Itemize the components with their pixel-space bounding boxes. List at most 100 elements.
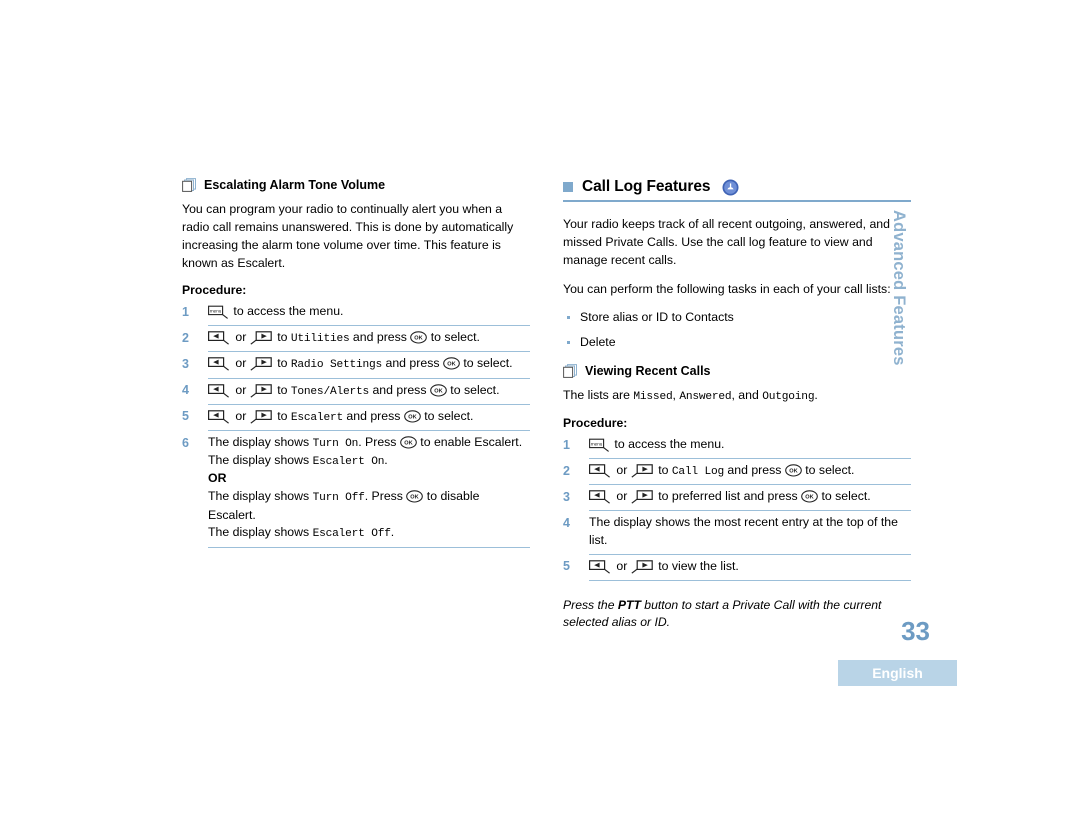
left-procedure-label: Procedure: <box>182 283 247 298</box>
left-intro-paragraph: You can program your radio to continuall… <box>182 202 514 271</box>
step-number: 1 <box>182 305 189 320</box>
step-number: 4 <box>182 383 189 398</box>
menu-key-icon: menu <box>589 439 609 453</box>
step-text: The display shows Turn On. Press OK to e… <box>208 430 530 548</box>
left-section-heading-label: Escalating Alarm Tone Volume <box>204 178 386 192</box>
display-text: Turn On <box>312 438 359 451</box>
step-text: or to Escalert and press OK to select. <box>208 404 530 432</box>
step-number: 3 <box>182 356 189 371</box>
procedure-step-row: 1 menu to access the menu. <box>182 300 530 327</box>
display-text: Escalert On <box>312 456 385 469</box>
ok-key-icon: OK <box>443 357 460 370</box>
display-text: Escalert <box>290 411 343 424</box>
right-column: Call Log Features Your radio keeps track… <box>563 178 911 632</box>
ok-key-icon: OK <box>400 436 417 449</box>
display-text: Missed <box>633 390 673 403</box>
heading-square-bullet <box>563 182 573 192</box>
display-text: Answered <box>679 390 732 403</box>
manual-page: Escalating Alarm Tone Volume You can pro… <box>0 0 1080 834</box>
page-number: 33 <box>901 616 930 646</box>
step-text: or to Tones/Alerts and press OK to selec… <box>208 378 530 405</box>
side-tab-chapter-label: Advanced Features <box>890 210 908 366</box>
display-text: Turn Off <box>312 492 365 505</box>
svg-text:OK: OK <box>789 469 797 475</box>
left-arrow-key-icon <box>208 357 229 371</box>
ok-key-icon: OK <box>430 383 447 397</box>
ok-key-icon: OK <box>410 331 428 344</box>
stacked-pages-icon <box>182 178 196 192</box>
left-column: Escalating Alarm Tone Volume You can pro… <box>182 178 530 548</box>
svg-text:OK: OK <box>415 336 423 342</box>
right-arrow-key-icon <box>631 560 653 574</box>
right-arrow-key-icon <box>250 409 272 424</box>
svg-text:menu: menu <box>591 442 603 447</box>
right-arrow-key-icon <box>250 383 272 398</box>
left-arrow-key-icon <box>208 331 229 345</box>
procedure-step-row: 5 or to Escalert and press OK to select. <box>182 404 530 432</box>
left-section-heading: Escalating Alarm Tone Volume <box>182 178 530 192</box>
step-number: 4 <box>563 515 570 530</box>
svg-text:OK: OK <box>434 388 442 394</box>
display-text: Utilities <box>290 333 350 346</box>
left-arrow-key-icon <box>589 560 610 574</box>
right-arrow-key-icon <box>250 331 272 345</box>
right-heading-rule <box>563 200 911 202</box>
right-arrow-key-icon <box>631 490 653 505</box>
procedure-step-row: 5 or to view the list. <box>563 554 911 581</box>
call-lists-line: The lists are Missed, Answered, and Outg… <box>563 387 818 403</box>
step-number: 1 <box>563 438 570 453</box>
ok-key-icon: OK <box>403 410 421 423</box>
right-intro-paragraph-2: You can perform the following tasks in e… <box>563 282 891 297</box>
svg-text:OK: OK <box>404 441 412 447</box>
step-text: or to view the list. <box>589 554 911 581</box>
step-number: 2 <box>182 330 189 345</box>
step-text: menu to access the menu. <box>208 300 530 327</box>
right-arrow-key-icon <box>250 357 272 371</box>
list-item: Delete <box>563 334 911 352</box>
procedure-step-row: 6 The display shows Turn On. Press OK to … <box>182 430 530 548</box>
display-text: Call Log <box>671 466 724 479</box>
display-text: Tones/Alerts <box>290 385 370 398</box>
emphasis-text: PTT <box>617 597 641 612</box>
step-number: 2 <box>563 463 570 478</box>
display-text: Radio Settings <box>290 359 383 372</box>
right-section-heading: Call Log Features <box>563 178 911 196</box>
svg-text:OK: OK <box>447 362 455 368</box>
procedure-step-row: 4 or to Tones/Alerts and press OK to sel… <box>182 378 530 405</box>
right-arrow-key-icon <box>631 464 653 478</box>
menu-key-icon: menu <box>208 305 228 320</box>
step-text: or to Call Log and press OK to select. <box>589 458 911 486</box>
left-arrow-key-icon <box>589 490 610 505</box>
right-procedure-table: 1 menu to access the menu. 2 or to Call Lo… <box>563 433 911 581</box>
right-section-heading-label: Call Log Features <box>582 178 711 195</box>
language-bar: English <box>838 660 957 686</box>
step-number: 3 <box>563 489 570 504</box>
ptt-note: Press the PTT button to start a Private … <box>563 597 882 630</box>
left-arrow-key-icon <box>208 383 229 398</box>
svg-text:menu: menu <box>210 309 222 314</box>
svg-text:OK: OK <box>408 414 416 420</box>
svg-text:OK: OK <box>411 495 419 501</box>
procedure-step-row: 2 or to Call Log and press OK to select. <box>563 458 911 486</box>
right-procedure-label: Procedure: <box>563 416 628 431</box>
ok-key-icon: OK <box>406 490 424 503</box>
step-number: 6 <box>182 435 189 450</box>
ok-key-icon: OK <box>784 464 802 477</box>
left-procedure-table: 1 menu to access the menu. 2 or to Utiliti… <box>182 300 530 548</box>
right-subsection-heading: Viewing Recent Calls <box>563 364 911 378</box>
language-label: English <box>872 665 923 681</box>
right-subsection-heading-label: Viewing Recent Calls <box>585 363 711 378</box>
display-text: Outgoing <box>762 390 815 403</box>
step-text: or to preferred list and press OK to sel… <box>589 484 911 512</box>
ok-key-icon: OK <box>801 490 818 503</box>
emphasis-text: OR <box>208 471 227 486</box>
procedure-step-row: 1 menu to access the menu. <box>563 433 911 460</box>
left-arrow-key-icon <box>208 409 229 424</box>
list-item: Store alias or ID to Contacts <box>563 309 911 327</box>
step-number: 5 <box>182 409 189 424</box>
call-list-tasks: Store alias or ID to Contacts Delete <box>563 309 911 352</box>
procedure-step-row: 3 or to preferred list and press OK to s… <box>563 484 911 512</box>
procedure-step-row: 3 or to Radio Settings and press OK to s… <box>182 351 530 379</box>
step-text: or to Radio Settings and press OK to sel… <box>208 351 530 379</box>
call-log-badge-icon <box>722 179 739 195</box>
